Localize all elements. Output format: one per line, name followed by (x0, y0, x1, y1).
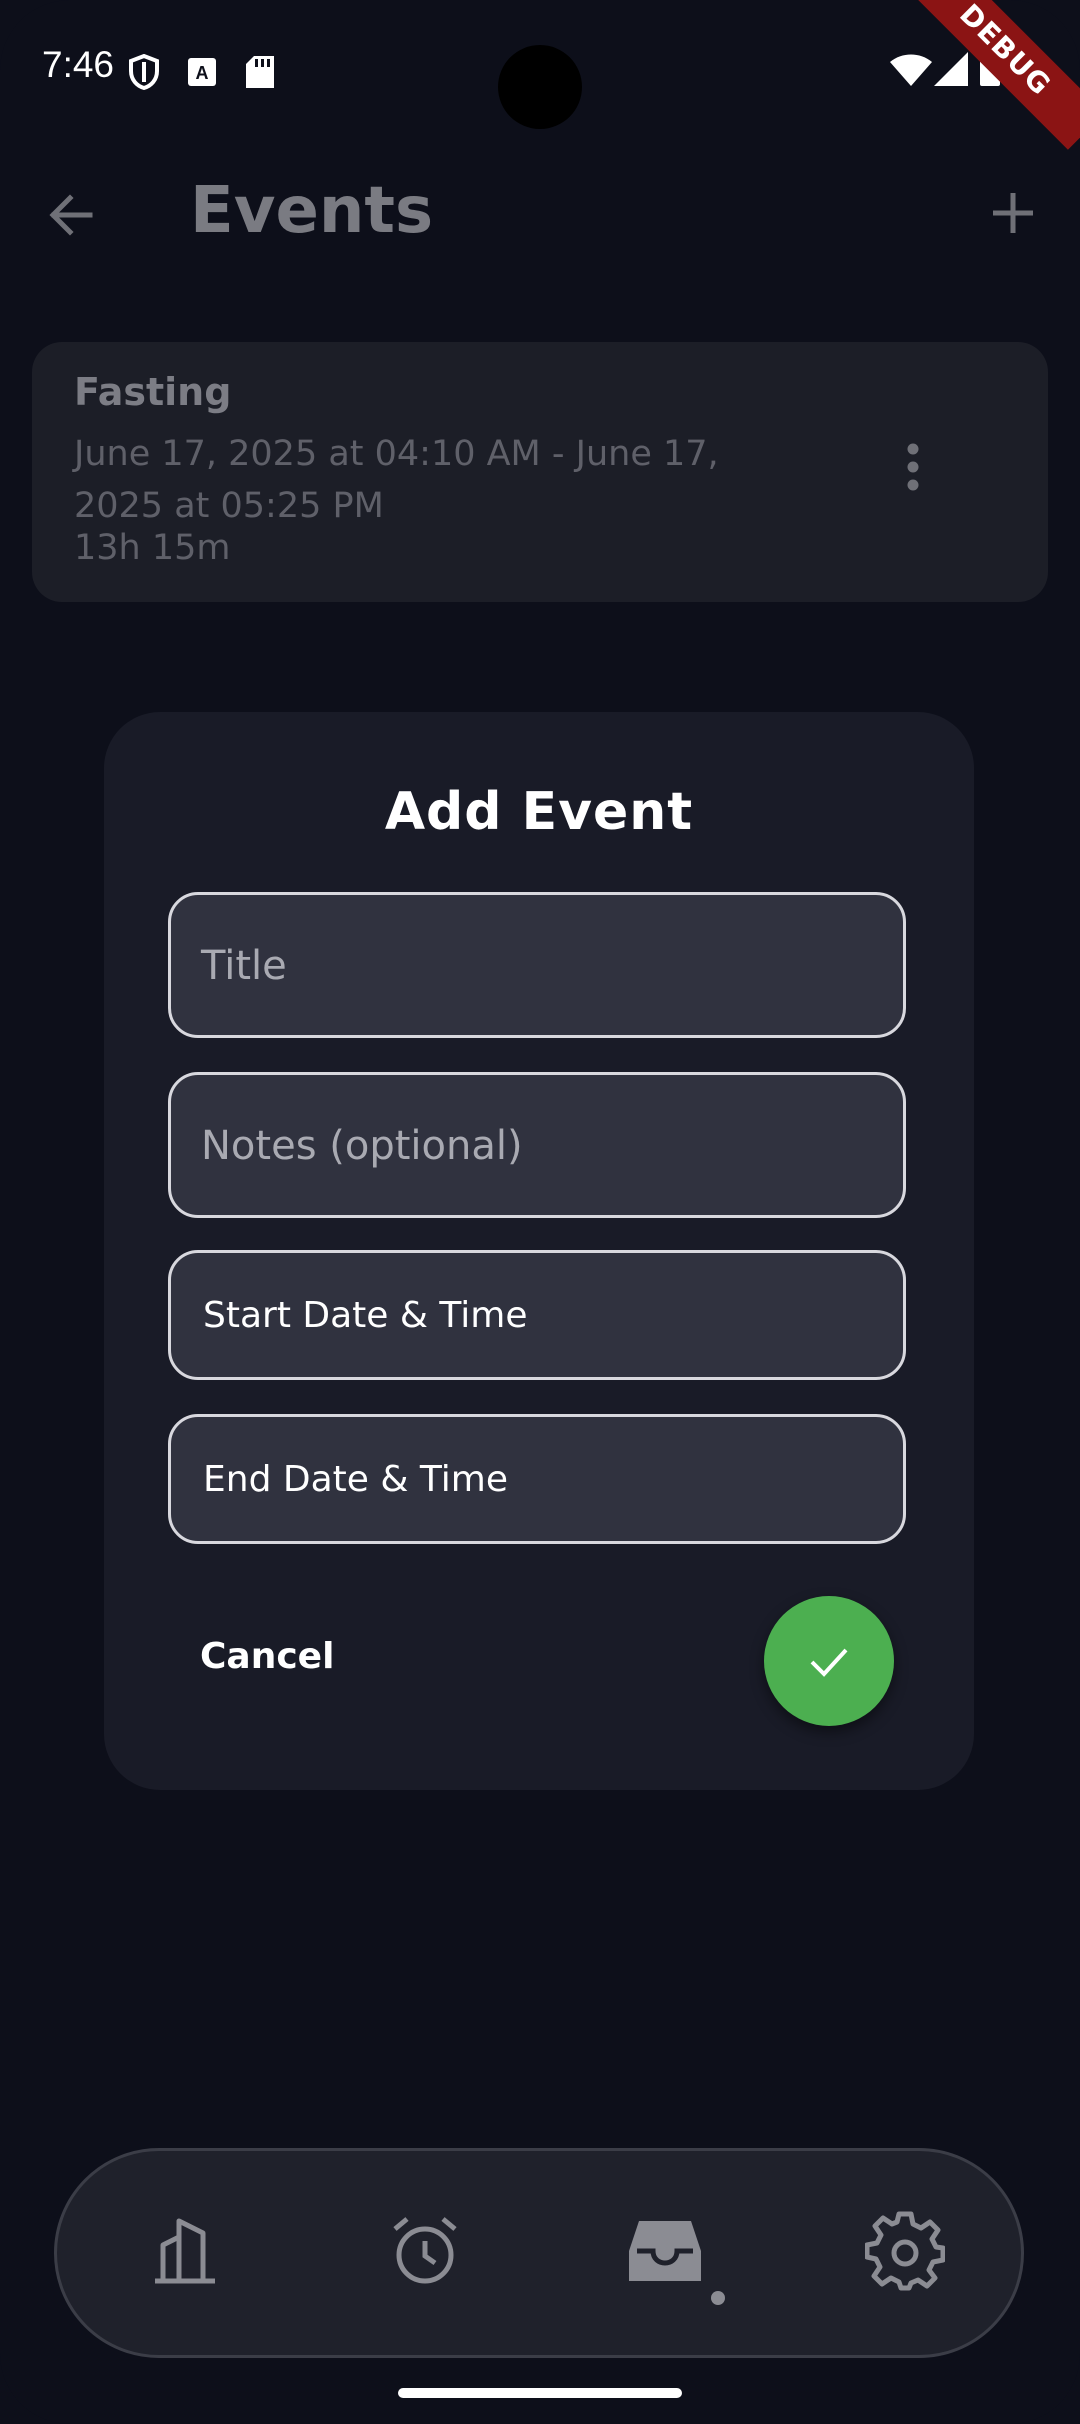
alarm-icon[interactable] (385, 2211, 465, 2291)
title-input[interactable]: Title (168, 892, 906, 1038)
check-icon (810, 1648, 848, 1677)
dialog-title: Add Event (384, 782, 694, 842)
start-datetime-label: Start Date & Time (203, 1295, 528, 1336)
stats-icon[interactable] (145, 2211, 225, 2291)
active-indicator (711, 2291, 725, 2305)
confirm-button[interactable] (764, 1596, 894, 1726)
notes-input[interactable]: Notes (optional) (168, 1072, 906, 1218)
end-datetime-label: End Date & Time (203, 1459, 508, 1500)
title-placeholder: Title (201, 943, 287, 989)
end-datetime-field[interactable]: End Date & Time (168, 1414, 906, 1544)
start-datetime-field[interactable]: Start Date & Time (168, 1250, 906, 1380)
settings-icon[interactable] (864, 2211, 946, 2291)
bottom-nav (54, 2148, 1024, 2358)
screen: 7:46 A DEBUG Events Fasting June 17, 202… (0, 0, 1080, 2424)
notes-placeholder: Notes (optional) (201, 1123, 523, 1169)
inbox-icon[interactable] (625, 2211, 705, 2291)
cancel-button[interactable]: Cancel (200, 1636, 334, 1677)
add-event-dialog: Add Event Title Notes (optional) Start D… (104, 712, 974, 1790)
home-indicator[interactable] (398, 2388, 682, 2398)
